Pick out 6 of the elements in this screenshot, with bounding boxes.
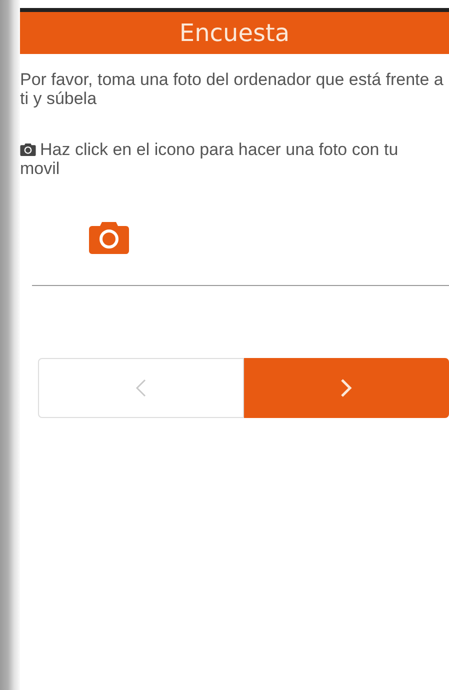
chevron-right-icon (339, 377, 354, 399)
question-text: Por favor, toma una foto del ordenador que está frente a ti y súbela (20, 70, 444, 108)
chevron-left-icon (134, 377, 148, 399)
hint-text: Haz click en el icono para hacer una foto con tu movil (20, 140, 400, 178)
next-button[interactable] (244, 358, 449, 418)
page-title: Encuesta (20, 12, 449, 54)
